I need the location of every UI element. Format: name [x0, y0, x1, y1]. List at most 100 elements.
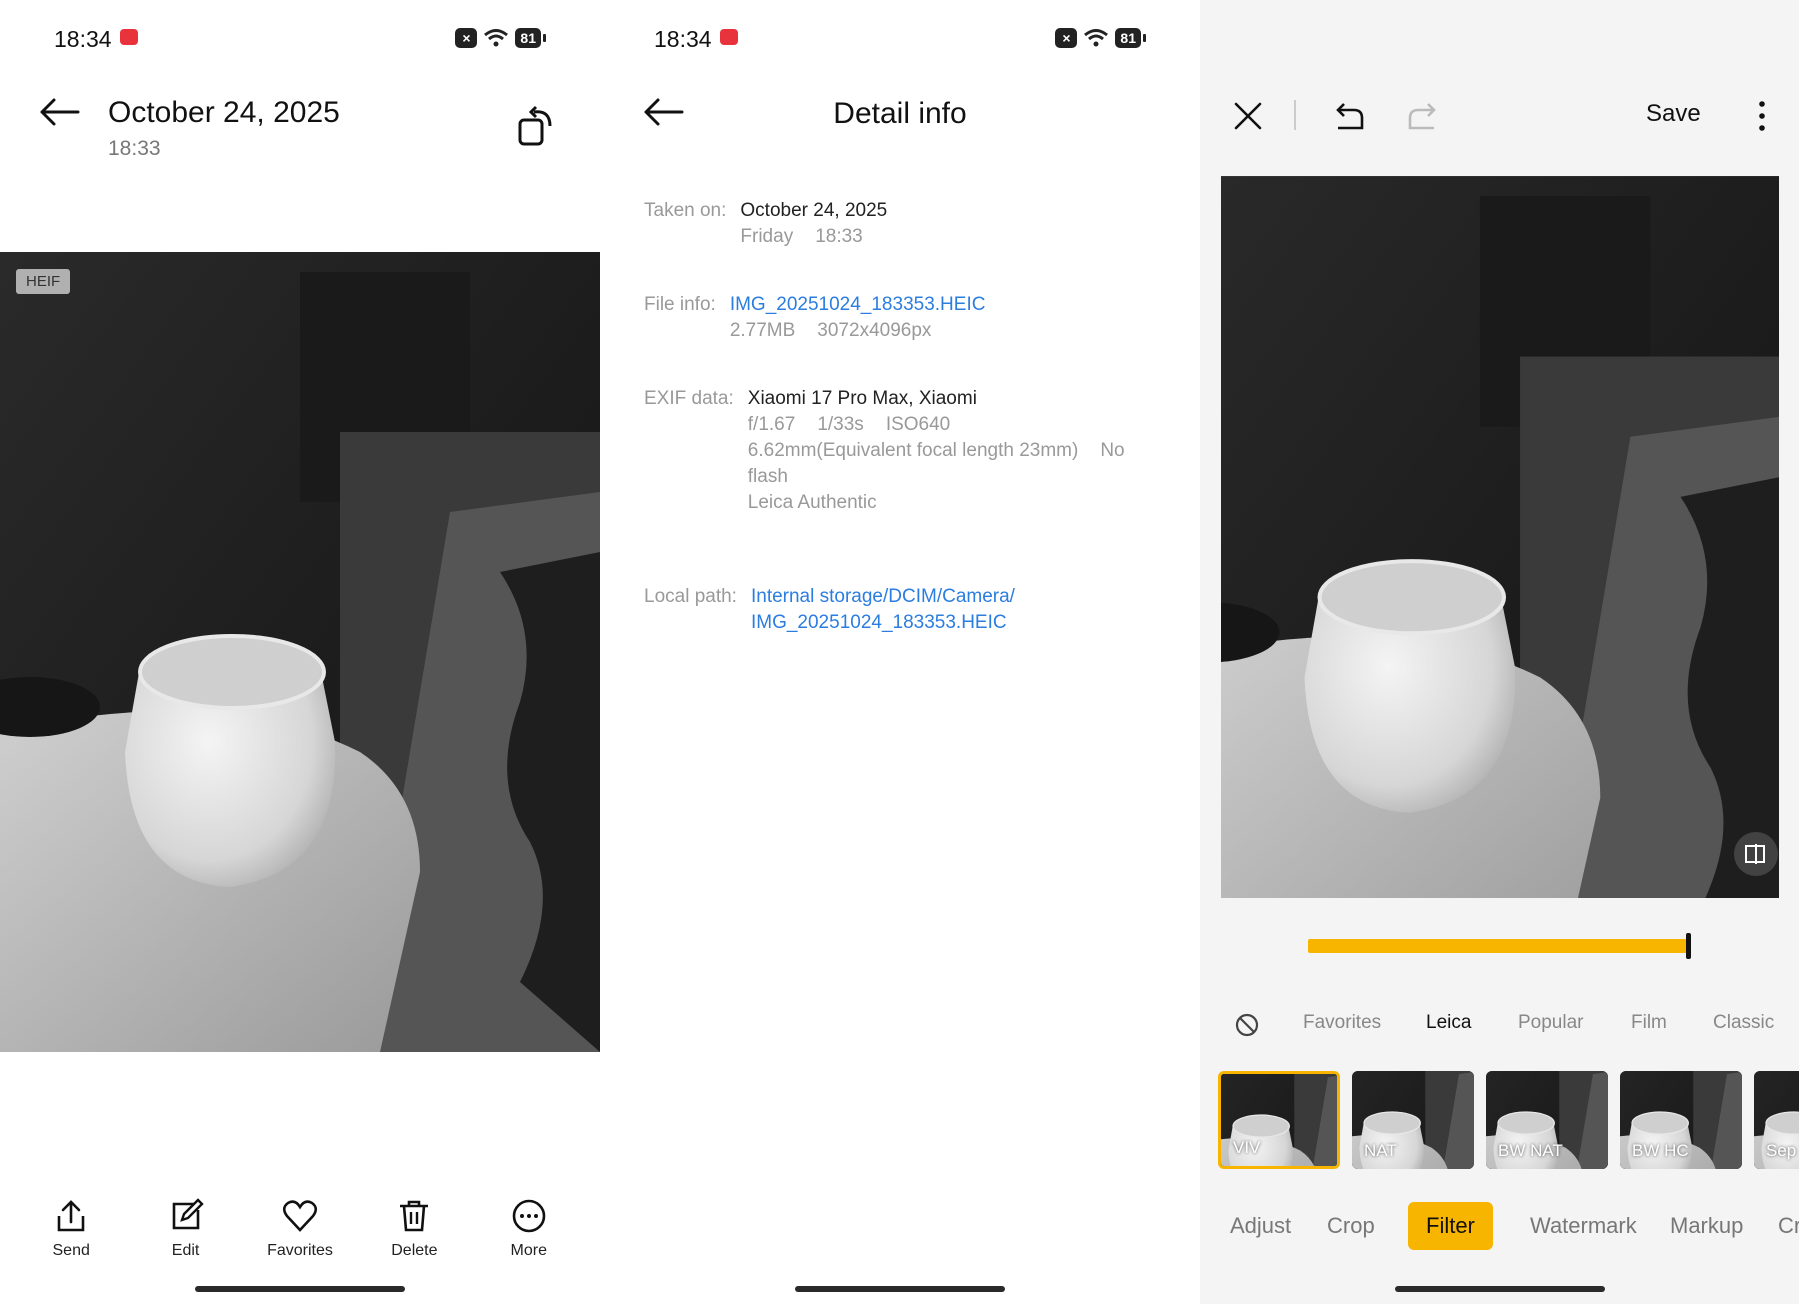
exif-style: Leica Authentic	[747, 492, 877, 513]
rotate-icon[interactable]	[516, 104, 558, 146]
editor-photo-preview[interactable]	[1221, 156, 1779, 898]
exif-row: EXIF data: Xiaomi 17 Pro Max, Xiaomi f/1…	[644, 386, 1190, 516]
file-info-row: File info: IMG_20251024_183353.HEIC 2.77…	[644, 292, 1190, 344]
taken-on-row: Taken on: October 24, 2025 Friday 18:33	[644, 198, 1190, 250]
compare-button[interactable]	[1734, 832, 1778, 876]
close-icon[interactable]	[1230, 98, 1266, 134]
home-indicator[interactable]	[195, 1286, 405, 1292]
filter-label: Sep	[1766, 1141, 1797, 1160]
file-name-link[interactable]: IMG_20251024_183353.HEIC	[730, 294, 986, 315]
status-time: 18:34	[54, 26, 112, 52]
tab-cr[interactable]: Cr	[1778, 1202, 1799, 1250]
photo-action-bar: Send Edit Favorites Delete More	[0, 1198, 600, 1260]
edit-label: Edit	[171, 1242, 200, 1259]
send-button[interactable]: Send	[21, 1198, 121, 1260]
favorites-button[interactable]: Favorites	[250, 1198, 350, 1260]
photo-date-title: October 24, 2025	[108, 96, 340, 129]
taken-day: Friday	[740, 226, 794, 247]
filter-thumbnails: VIV NAT BW NAT BW HC Sep	[1218, 1071, 1799, 1169]
category-film[interactable]: Film	[1631, 1012, 1667, 1034]
taken-time: 18:33	[815, 226, 863, 247]
status-bar: 18:34 × 81	[654, 26, 1146, 56]
save-button[interactable]: Save	[1646, 100, 1701, 128]
taken-on-label: Taken on:	[644, 200, 727, 221]
delete-button[interactable]: Delete	[364, 1198, 464, 1260]
category-leica[interactable]: Leica	[1426, 1012, 1471, 1034]
status-time: 18:34	[654, 26, 712, 52]
filter-nat[interactable]: NAT	[1352, 1071, 1474, 1169]
edit-button[interactable]: Edit	[136, 1198, 236, 1260]
taken-date: October 24, 2025	[740, 200, 888, 221]
exif-value: Xiaomi 17 Pro Max, Xiaomi f/1.67 1/33s ISO…	[748, 386, 1158, 516]
local-path-line2[interactable]: IMG_20251024_183353.HEIC	[751, 612, 1007, 633]
editor-toolbar: Save	[1200, 94, 1799, 138]
photo-time-subtitle: 18:33	[108, 137, 161, 160]
filter-label: NAT	[1364, 1141, 1397, 1160]
exif-aperture: f/1.67	[747, 414, 796, 435]
back-arrow-icon[interactable]	[38, 96, 82, 128]
home-indicator[interactable]	[795, 1286, 1005, 1292]
filter-categories: Favorites Leica Popular Film Classic	[1200, 1012, 1799, 1042]
filter-sepia[interactable]: Sep	[1754, 1071, 1799, 1169]
undo-icon[interactable]	[1330, 98, 1366, 134]
redo-icon[interactable]	[1406, 98, 1442, 134]
filter-bw-hc[interactable]: BW HC	[1620, 1071, 1742, 1169]
delete-label: Delete	[391, 1242, 438, 1259]
local-path-row: Local path: Internal storage/DCIM/Camera…	[644, 584, 1190, 636]
photo-image[interactable]	[0, 252, 600, 1052]
local-path-label: Local path:	[644, 586, 737, 607]
category-classic[interactable]: Classic	[1713, 1012, 1774, 1034]
file-info-label: File info:	[644, 294, 716, 315]
edit-icon	[172, 1198, 204, 1230]
tab-adjust[interactable]: Adjust	[1230, 1202, 1291, 1250]
filter-label: BW HC	[1632, 1141, 1689, 1160]
battery-cap	[1143, 34, 1146, 42]
filter-label: BW NAT	[1498, 1141, 1563, 1160]
taken-on-value: October 24, 2025 Friday 18:33	[740, 198, 887, 250]
notification-icon	[720, 29, 738, 45]
heif-badge: HEIF	[16, 269, 71, 294]
local-path-value[interactable]: Internal storage/DCIM/Camera/ IMG_202510…	[751, 584, 1015, 636]
category-popular[interactable]: Popular	[1518, 1012, 1584, 1034]
battery-cap	[543, 34, 546, 42]
slider-thumb[interactable]	[1686, 933, 1691, 959]
compare-icon	[1745, 844, 1765, 864]
more-label: More	[510, 1242, 547, 1259]
file-size: 2.77MB	[729, 320, 796, 341]
home-indicator[interactable]	[1394, 1286, 1605, 1292]
filter-viv[interactable]: VIV	[1218, 1071, 1340, 1169]
category-favorites[interactable]: Favorites	[1303, 1012, 1381, 1034]
wifi-icon	[484, 29, 509, 47]
exif-label: EXIF data:	[644, 388, 734, 409]
file-info-value: IMG_20251024_183353.HEIC 2.77MB 3072x4096…	[730, 292, 986, 344]
notification-icon	[120, 29, 138, 45]
filter-label: VIV	[1233, 1138, 1261, 1157]
local-path-line1[interactable]: Internal storage/DCIM/Camera/	[751, 586, 1015, 607]
battery-icon: 81	[1115, 28, 1141, 48]
exif-shutter: 1/33s	[817, 414, 864, 435]
status-icons: × 81	[1055, 28, 1146, 48]
sim-off-icon: ×	[455, 28, 478, 48]
tab-watermark[interactable]: Watermark	[1530, 1202, 1637, 1250]
status-icons: × 81	[455, 28, 546, 48]
no-filter-icon[interactable]	[1234, 1012, 1260, 1038]
exif-iso: ISO640	[885, 414, 951, 435]
more-button[interactable]: More	[479, 1198, 579, 1260]
filter-bw-nat[interactable]: BW NAT	[1486, 1071, 1608, 1169]
favorites-label: Favorites	[267, 1242, 333, 1259]
status-bar: 18:34 × 81	[54, 26, 546, 56]
detail-info-panel: 18:34 × 81 Detail info Taken on: October…	[600, 0, 1200, 1304]
heart-icon	[282, 1200, 318, 1232]
trash-icon	[400, 1200, 429, 1232]
tab-filter[interactable]: Filter	[1408, 1202, 1493, 1250]
more-vertical-icon[interactable]	[1750, 98, 1774, 134]
photo-editor-panel: Save Favorites Leica Popular Film Classi…	[1200, 0, 1799, 1304]
wifi-icon	[1084, 29, 1109, 47]
filter-intensity-slider[interactable]	[1308, 939, 1688, 953]
more-icon	[512, 1199, 546, 1233]
tab-crop[interactable]: Crop	[1327, 1202, 1375, 1250]
exif-device: Xiaomi 17 Pro Max, Xiaomi	[747, 388, 977, 409]
editor-tabs: Adjust Crop Filter Watermark Markup Cr	[1200, 1202, 1799, 1250]
photo-viewer-panel: 18:34 × 81 October 24, 2025 18:33 HEIF S…	[0, 0, 600, 1304]
tab-markup[interactable]: Markup	[1670, 1202, 1743, 1250]
